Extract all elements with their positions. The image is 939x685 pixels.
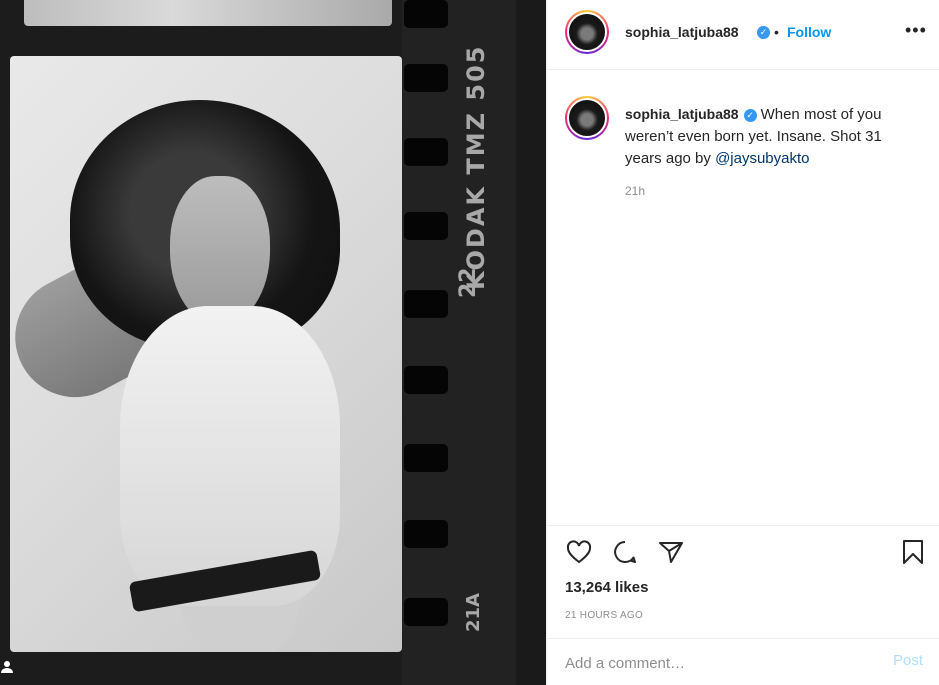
likes-count[interactable]: 13,264 likes	[565, 579, 648, 596]
header-username[interactable]: sophia_latjuba88	[625, 24, 739, 40]
heart-icon[interactable]	[565, 538, 593, 566]
film-sprocket-hole	[404, 0, 448, 28]
share-icon[interactable]	[657, 538, 685, 566]
film-right-strip	[516, 0, 546, 685]
film-sprocket-hole	[404, 138, 448, 166]
caption-mention-link[interactable]: @jaysubyakto	[715, 150, 809, 167]
header-separator: •	[774, 24, 779, 40]
film-sprocket-hole	[404, 366, 448, 394]
post-header: sophia_latjuba88 ✓ • Follow •••	[547, 0, 939, 70]
caption-timestamp[interactable]: 21h	[625, 184, 645, 198]
comment-input[interactable]	[565, 652, 865, 674]
film-frame-top	[24, 0, 392, 26]
caption-username[interactable]: sophia_latjuba88	[625, 106, 739, 122]
comment-icon[interactable]	[611, 538, 639, 566]
verified-badge-icon: ✓	[757, 26, 770, 39]
header-avatar[interactable]	[565, 10, 609, 54]
film-sprocket-hole	[404, 64, 448, 92]
post-actions-bar	[547, 525, 939, 575]
photo-figure-face	[170, 176, 270, 326]
caption-avatar[interactable]	[565, 96, 609, 140]
film-frame-number: 21A	[463, 593, 484, 632]
film-sprocket-hole	[404, 212, 448, 240]
verified-badge-icon: ✓	[743, 108, 757, 122]
film-sprocket-hole	[404, 444, 448, 472]
film-number-text: 22	[456, 267, 481, 298]
more-options-icon[interactable]: •••	[905, 20, 927, 41]
film-frame-image	[10, 56, 402, 652]
film-sprocket-hole	[404, 598, 448, 626]
follow-button[interactable]: Follow	[787, 24, 831, 40]
film-sprocket-hole	[404, 520, 448, 548]
post-caption: sophia_latjuba88 ✓ When most of you weren’…	[625, 103, 915, 170]
post-timestamp[interactable]: 21 HOURS AGO	[565, 610, 643, 621]
bookmark-icon[interactable]	[899, 538, 927, 566]
film-sprocket-hole	[404, 290, 448, 318]
post-comment-button[interactable]: Post	[893, 652, 923, 669]
user-tag-icon[interactable]	[0, 660, 18, 678]
post-side-panel: sophia_latjuba88 ✓ • Follow ••• sophia_l…	[546, 0, 939, 685]
post-photo[interactable]: KODAK TMZ 505 22 21A	[0, 0, 546, 685]
